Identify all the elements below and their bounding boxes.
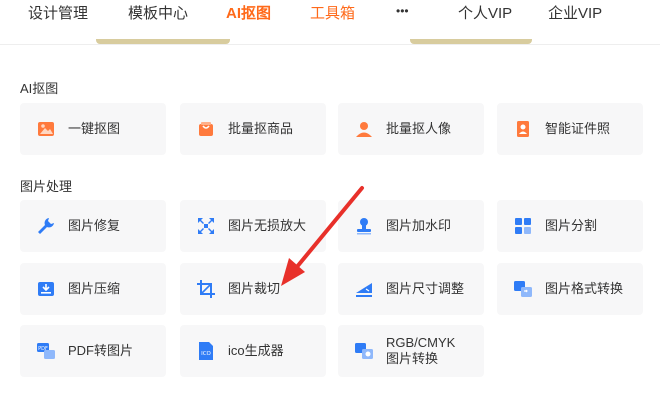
format-convert-icon <box>514 281 532 297</box>
more-icon[interactable]: ••• <box>396 4 409 18</box>
tool-label: 图片分割 <box>545 218 598 233</box>
tool-label: 图片压缩 <box>68 281 121 296</box>
tool-image-compress[interactable]: 图片压缩 <box>20 263 166 315</box>
color-convert-icon <box>355 343 373 359</box>
tool-lossless-enlarge[interactable]: 图片无损放大 <box>180 200 326 252</box>
tool-image-resize[interactable]: 图片尺寸调整 <box>338 263 484 315</box>
nav-ai-cutout[interactable]: AI抠图 <box>226 2 271 23</box>
tool-batch-product-cutout[interactable]: 批量抠商品 <box>180 103 326 155</box>
nav-divider <box>0 44 660 45</box>
id-photo-icon <box>517 121 529 137</box>
tool-label: 图片加水印 <box>386 218 452 233</box>
section-title-ai-cutout: AI抠图 <box>20 81 59 96</box>
crop-icon <box>197 280 215 298</box>
wrench-icon <box>38 218 54 234</box>
tool-label: RGB/CMYK 图片转换 <box>386 335 456 366</box>
tool-one-click-cutout[interactable]: 一键抠图 <box>20 103 166 155</box>
nav-design-management[interactable]: 设计管理 <box>28 2 88 23</box>
compress-icon <box>38 282 54 296</box>
tool-label: 图片格式转换 <box>545 281 624 296</box>
nav-personal-vip[interactable]: 个人VIP <box>458 2 512 23</box>
tool-image-crop[interactable]: 图片裁切 <box>180 263 326 315</box>
nav-enterprise-vip[interactable]: 企业VIP <box>548 2 602 23</box>
nav-template-center[interactable]: 模板中心 <box>128 2 188 23</box>
resize-icon <box>356 283 372 297</box>
section-title-image-processing: 图片处理 <box>20 179 73 194</box>
svg-text:ICO: ICO <box>201 351 211 357</box>
tool-label: ico生成器 <box>228 343 284 358</box>
tool-label: PDF转图片 <box>68 343 134 358</box>
pdf-icon: PDF <box>37 343 55 359</box>
tool-ico-generator[interactable]: ICO ico生成器 <box>180 325 326 377</box>
tool-label: 智能证件照 <box>545 121 611 136</box>
tool-image-split[interactable]: 图片分割 <box>497 200 643 252</box>
tool-rgb-cmyk-convert[interactable]: RGB/CMYK 图片转换 <box>338 325 484 377</box>
top-navigation: 设计管理 模板中心 AI抠图 工具箱 ••• 个人VIP 企业VIP <box>0 0 660 26</box>
tool-label: 图片无损放大 <box>228 218 307 233</box>
tool-label: 图片裁切 <box>228 281 281 296</box>
enlarge-icon <box>198 218 214 234</box>
image-cutout-icon <box>38 122 54 136</box>
tool-label: 图片修复 <box>68 218 121 233</box>
tool-label: 批量抠人像 <box>386 121 452 136</box>
tool-label: 一键抠图 <box>68 121 121 136</box>
tool-image-repair[interactable]: 图片修复 <box>20 200 166 252</box>
nav-toolbox[interactable]: 工具箱 <box>310 2 355 23</box>
tool-label: 批量抠商品 <box>228 121 294 136</box>
tool-smart-id-photo[interactable]: 智能证件照 <box>497 103 643 155</box>
ico-file-icon: ICO <box>199 342 213 360</box>
tool-format-convert[interactable]: 图片格式转换 <box>497 263 643 315</box>
tool-add-watermark[interactable]: 图片加水印 <box>338 200 484 252</box>
shopping-bag-icon <box>199 122 213 136</box>
portrait-icon <box>356 122 372 137</box>
tool-pdf-to-image[interactable]: PDF PDF转图片 <box>20 325 166 377</box>
grid-split-icon <box>515 218 531 234</box>
tool-batch-portrait-cutout[interactable]: 批量抠人像 <box>338 103 484 155</box>
tool-label: 图片尺寸调整 <box>386 281 465 296</box>
watermark-stamp-icon <box>357 218 371 235</box>
